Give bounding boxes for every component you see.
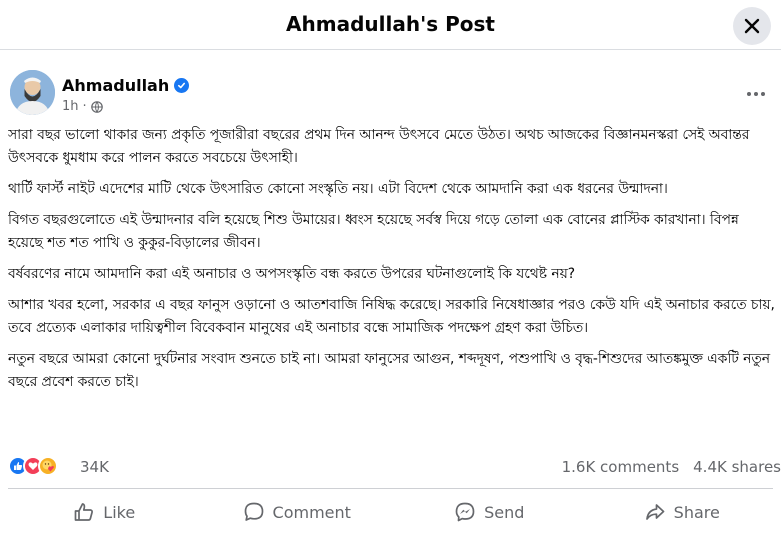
post-paragraph: বর্ষবরণের নামে আমদানি করা এই অনাচার ও অপ… [8,266,576,282]
author-name-row: Ahmadullah [62,76,190,95]
reaction-icons[interactable] [8,456,58,476]
profile-avatar-icon [10,70,55,115]
globe-icon [90,100,103,113]
care-reaction-icon [38,456,58,476]
engagement-counts: 1.6K comments 4.4K shares [562,458,781,476]
reactions-summary: 34K 1.6K comments 4.4K shares [8,455,781,479]
comment-label: Comment [272,502,351,522]
share-arrow-icon [645,504,665,520]
post-paragraph: আশার খবর হলো, সরকার এ বছর ফানুস ওড়ানো ও… [8,297,775,336]
comment-button[interactable]: Comment [201,492,394,532]
post-timestamp[interactable]: 1h [62,99,79,114]
reaction-count[interactable]: 34K [80,458,109,476]
post-paragraph: সারা বছর ভালো থাকার জন্য প্রকৃতি পূজারীর… [8,127,750,166]
more-options-button[interactable] [741,82,771,106]
messenger-icon [455,502,475,522]
post-meta: 1h · [62,99,103,114]
send-label: Send [484,502,525,522]
share-button[interactable]: Share [586,492,779,532]
like-label: Like [103,502,136,522]
dialog-title: Ahmadullah's Post [286,12,495,36]
send-button[interactable]: Send [393,492,586,532]
post-paragraph: বিগত বছরগুলোতে এই উন্মাদনার বলি হয়েছে শ… [8,212,739,251]
verified-badge-icon [174,78,190,93]
divider [8,488,773,489]
like-button[interactable]: Like [8,492,201,532]
comment-icon [244,502,263,521]
more-dot-icon [754,92,758,96]
shares-count[interactable]: 4.4K shares [693,458,781,476]
more-dot-icon [761,92,765,96]
comments-count[interactable]: 1.6K comments [562,458,680,476]
more-dot-icon [747,92,751,96]
close-icon [744,18,760,34]
post-paragraph: থার্টি ফার্স্ট নাইট এদেশের মাটি থেকে উৎস… [8,181,668,197]
post-paragraph: নতুন বছরে আমরা কোনো দুর্ঘটনার সংবাদ শুনত… [8,351,770,390]
post-header: Ahmadullah 1h · [10,70,771,120]
post-dialog-header: Ahmadullah's Post [0,0,781,50]
post-actions: Like Comment Send Share [8,492,778,532]
author-name[interactable]: Ahmadullah [62,76,169,95]
thumbs-up-icon [74,503,94,521]
close-button[interactable] [733,7,771,45]
post-text: সারা বছর ভালো থাকার জন্য প্রকৃতি পূজারীর… [8,124,776,450]
share-label: Share [673,502,720,522]
avatar[interactable] [10,70,55,115]
